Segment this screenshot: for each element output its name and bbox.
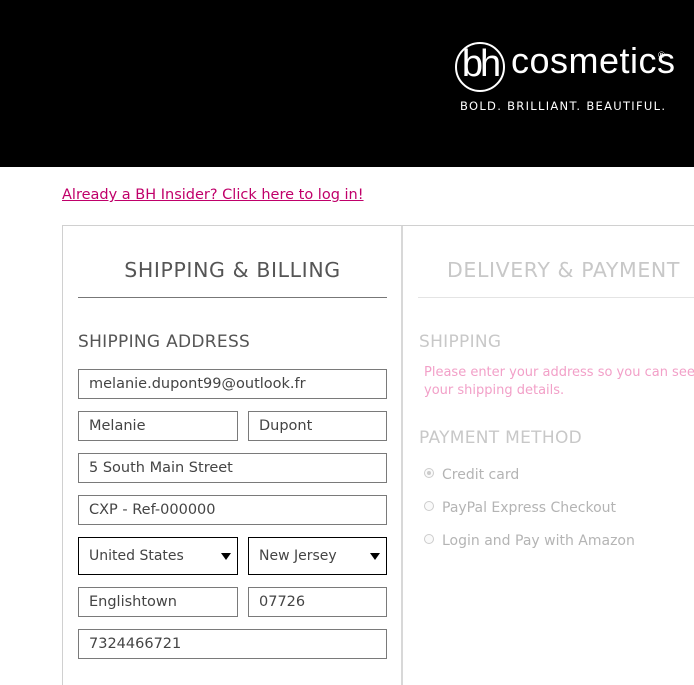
country-select[interactable]: United States — [78, 537, 238, 575]
shipping-note: Please enter your address so you can see… — [424, 364, 694, 400]
email-field[interactable]: melanie.dupont99@outlook.fr — [78, 369, 387, 399]
payment-method-heading: PAYMENT METHOD — [419, 428, 583, 448]
first-name-field[interactable]: Melanie — [78, 411, 238, 441]
phone-field[interactable]: 7324466721 — [78, 629, 387, 659]
payment-option-paypal[interactable]: PayPal Express Checkout — [424, 500, 616, 516]
shipping-heading: SHIPPING — [419, 332, 502, 352]
city-field[interactable]: Englishtown — [78, 587, 238, 617]
site-header: bh cosmetics ® BOLD. BRILLIANT. BEAUTIFU… — [0, 0, 694, 167]
shipping-billing-panel: SHIPPING & BILLING SHIPPING ADDRESS mela… — [62, 225, 403, 685]
country-value: United States — [89, 548, 184, 564]
delivery-payment-panel: DELIVERY & PAYMENT SHIPPING Please enter… — [402, 225, 694, 685]
radio-unchecked-icon[interactable] — [424, 501, 434, 511]
dropdown-arrow-icon — [221, 553, 231, 560]
registered-mark: ® — [657, 51, 666, 61]
tagline: BOLD. BRILLIANT. BEAUTIFUL. — [460, 99, 667, 113]
insider-login-link[interactable]: Already a BH Insider? Click here to log … — [62, 187, 364, 203]
logo-wordmark: cosmetics — [511, 40, 676, 81]
shipping-note-line1: Please enter your address so you can see — [424, 365, 694, 380]
shipping-address-heading: SHIPPING ADDRESS — [78, 332, 251, 352]
payment-option-label: PayPal Express Checkout — [442, 500, 617, 516]
state-select[interactable]: New Jersey — [248, 537, 387, 575]
payment-option-label: Credit card — [442, 467, 520, 483]
title-divider — [78, 297, 387, 298]
address-line1-field[interactable]: 5 South Main Street — [78, 453, 387, 483]
last-name-field[interactable]: Dupont — [248, 411, 387, 441]
bh-cosmetics-logo[interactable]: bh cosmetics ® — [455, 40, 675, 94]
payment-option-amazon[interactable]: Login and Pay with Amazon — [424, 533, 635, 549]
delivery-payment-title: DELIVERY & PAYMENT — [447, 258, 680, 282]
dropdown-arrow-icon — [370, 553, 380, 560]
payment-option-label: Login and Pay with Amazon — [442, 533, 635, 549]
payment-option-credit-card[interactable]: Credit card — [424, 467, 519, 483]
state-value: New Jersey — [259, 548, 337, 564]
address-line2-field[interactable]: CXP - Ref-000000 — [78, 495, 387, 525]
title-divider — [418, 297, 694, 298]
shipping-billing-title: SHIPPING & BILLING — [124, 258, 341, 282]
zip-field[interactable]: 07726 — [248, 587, 387, 617]
radio-checked-icon[interactable] — [424, 468, 434, 478]
radio-unchecked-icon[interactable] — [424, 534, 434, 544]
shipping-note-line2: your shipping details. — [424, 383, 565, 398]
logo-mark: bh — [461, 43, 501, 85]
